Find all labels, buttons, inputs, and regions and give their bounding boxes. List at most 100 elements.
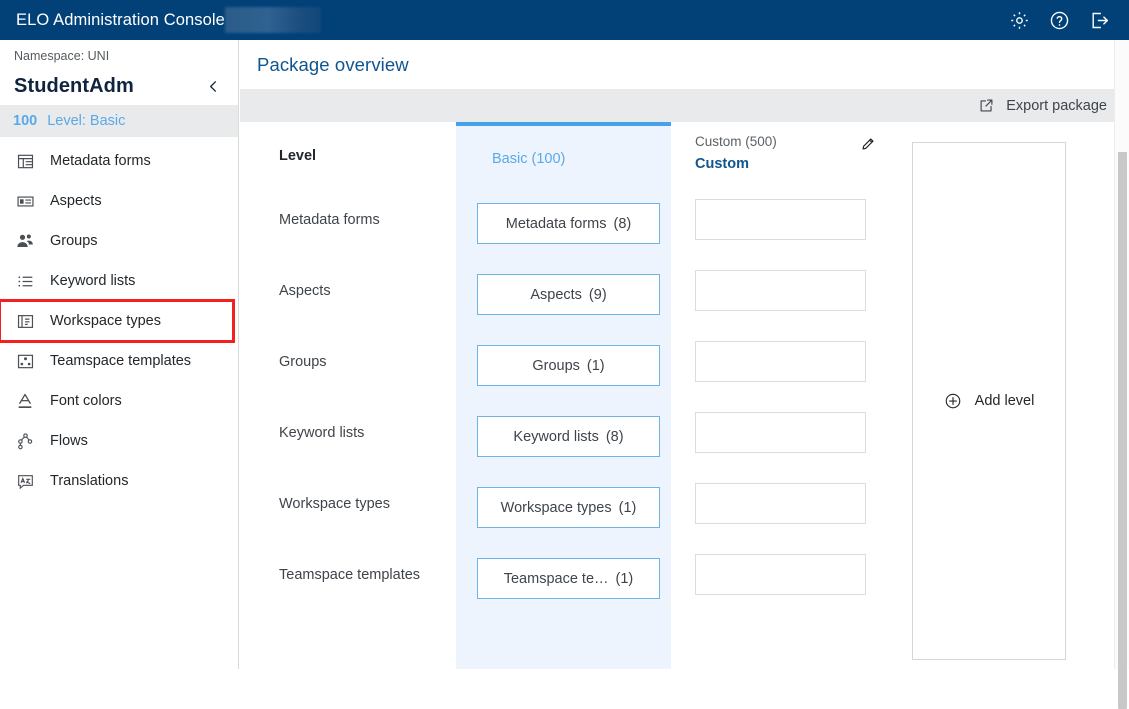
- slot-row: [695, 397, 890, 468]
- sidebar-item-label: Font colors: [50, 393, 122, 409]
- sidebar-item-metadata-forms[interactable]: Metadata forms: [0, 141, 238, 181]
- sidebar-item-label: Aspects: [50, 193, 102, 209]
- column-header-name: Custom: [695, 156, 749, 172]
- add-level-button[interactable]: Add level: [944, 392, 1035, 411]
- sidebar-item-flows[interactable]: Flows: [0, 421, 238, 461]
- sidebar-level-row[interactable]: 100 Level: Basic: [0, 105, 238, 137]
- sidebar-item-label: Keyword lists: [50, 273, 136, 289]
- chip-label: Teamspace te…: [503, 570, 609, 587]
- custom-slot[interactable]: [695, 341, 866, 382]
- sidebar: Namespace: UNI StudentAdm 100 Level: Bas…: [0, 40, 239, 669]
- main-content: Package overview Export package Level Me…: [240, 40, 1129, 669]
- chip-teamspace-templates[interactable]: Teamspace te… (1): [477, 558, 660, 599]
- plus-circle-icon: [944, 392, 963, 411]
- column-header-sub: Custom (500): [695, 134, 777, 149]
- slot-row: [695, 326, 890, 397]
- external-link-icon: [977, 97, 995, 115]
- top-bar: ELO Administration Console: [0, 0, 1129, 40]
- chip-aspects[interactable]: Aspects (9): [477, 274, 660, 315]
- row-label: Aspects: [279, 282, 331, 299]
- chip-label: Aspects: [530, 286, 582, 303]
- sidebar-item-workspace-types[interactable]: Workspace types: [0, 299, 235, 343]
- flow-icon: [14, 430, 36, 452]
- chip-count: (8): [613, 215, 632, 232]
- custom-slot[interactable]: [695, 483, 866, 524]
- namespace-row: StudentAdm: [0, 63, 238, 105]
- sidebar-item-aspects[interactable]: Aspects: [0, 181, 238, 221]
- vertical-scrollbar-thumb[interactable]: [1118, 152, 1127, 709]
- add-level-label: Add level: [974, 393, 1035, 409]
- sidebar-item-groups[interactable]: Groups: [0, 221, 238, 261]
- export-package-label: Export package: [1006, 97, 1107, 114]
- custom-slot[interactable]: [695, 270, 866, 311]
- teamspace-icon: [14, 350, 36, 372]
- row-label: Keyword lists: [279, 424, 365, 441]
- chip-row: Teamspace te… (1): [456, 543, 671, 614]
- translate-icon: [14, 470, 36, 492]
- chip-row: Keyword lists (8): [456, 401, 671, 472]
- chip-label: Metadata forms: [505, 215, 607, 232]
- column-header: Basic (100): [456, 126, 671, 188]
- slot-row: [695, 539, 890, 610]
- chip-count: (1): [586, 357, 605, 374]
- logout-icon[interactable]: [1087, 8, 1111, 32]
- chevron-left-icon[interactable]: [202, 75, 224, 97]
- card-icon: [14, 190, 36, 212]
- pencil-icon[interactable]: [859, 135, 877, 153]
- sidebar-item-label: Translations: [50, 473, 129, 489]
- column-header-label: Level: [279, 148, 317, 164]
- level-number: 100: [13, 113, 38, 129]
- row-label: Metadata forms: [279, 211, 380, 228]
- namespace-name: StudentAdm: [14, 74, 134, 97]
- slot-row: [695, 468, 890, 539]
- sidebar-item-label: Workspace types: [50, 313, 161, 329]
- chip-metadata-forms[interactable]: Metadata forms (8): [477, 203, 660, 244]
- page-title: Package overview: [257, 53, 409, 75]
- sidebar-item-label: Metadata forms: [50, 153, 151, 169]
- sidebar-item-teamspace-templates[interactable]: Teamspace templates: [0, 341, 238, 381]
- chip-workspace-types[interactable]: Workspace types (1): [477, 487, 660, 528]
- app-title: ELO Administration Console: [16, 10, 225, 29]
- action-toolbar: Export package: [240, 89, 1129, 122]
- sidebar-item-label: Teamspace templates: [50, 353, 192, 369]
- chip-label: Keyword lists: [513, 428, 599, 445]
- custom-slot[interactable]: [695, 199, 866, 240]
- chip-keyword-lists[interactable]: Keyword lists (8): [477, 416, 660, 457]
- column-header-label: Basic (100): [492, 151, 566, 167]
- main-header: Package overview: [240, 40, 1129, 89]
- chip-count: (1): [615, 570, 634, 587]
- slot-row: [695, 255, 890, 326]
- topbar-actions: [1007, 8, 1129, 32]
- chip-label: Groups: [532, 357, 580, 374]
- column-header: Level: [279, 122, 459, 184]
- sidebar-nav: Metadata forms Aspects Groups Keyword li…: [0, 137, 238, 501]
- chip-label: Workspace types: [500, 499, 612, 516]
- chip-groups[interactable]: Groups (1): [477, 345, 660, 386]
- row-label: Workspace types: [279, 495, 390, 512]
- level-label: Level: Basic: [47, 113, 126, 129]
- workspace-icon: [14, 310, 36, 332]
- column-level-labels: Level Metadata forms Aspects Groups Keyw…: [279, 122, 459, 610]
- namespace-label: Namespace: UNI: [14, 49, 110, 63]
- export-package-button[interactable]: Export package: [977, 97, 1107, 115]
- package-overview-grid: Level Metadata forms Aspects Groups Keyw…: [240, 122, 1129, 669]
- row-label: Teamspace templates: [279, 566, 421, 583]
- table-icon: [14, 150, 36, 172]
- question-circle-icon[interactable]: [1047, 8, 1071, 32]
- chip-count: (8): [605, 428, 624, 445]
- column-basic-level[interactable]: Basic (100) Metadata forms (8) Aspects (…: [456, 122, 671, 669]
- sidebar-item-font-colors[interactable]: Font colors: [0, 381, 238, 421]
- chip-row: Aspects (9): [456, 259, 671, 330]
- sidebar-item-keyword-lists[interactable]: Keyword lists: [0, 261, 238, 301]
- chip-row: Metadata forms (8): [456, 188, 671, 259]
- row-label: Groups: [279, 353, 327, 370]
- gear-icon[interactable]: [1007, 8, 1031, 32]
- chip-row: Workspace types (1): [456, 472, 671, 543]
- sidebar-item-translations[interactable]: Translations: [0, 461, 238, 501]
- slot-row: [695, 184, 890, 255]
- vertical-scrollbar[interactable]: [1114, 40, 1129, 709]
- sidebar-item-label: Groups: [50, 233, 98, 249]
- custom-slot[interactable]: [695, 554, 866, 595]
- custom-slot[interactable]: [695, 412, 866, 453]
- column-add-level[interactable]: Add level: [912, 142, 1066, 660]
